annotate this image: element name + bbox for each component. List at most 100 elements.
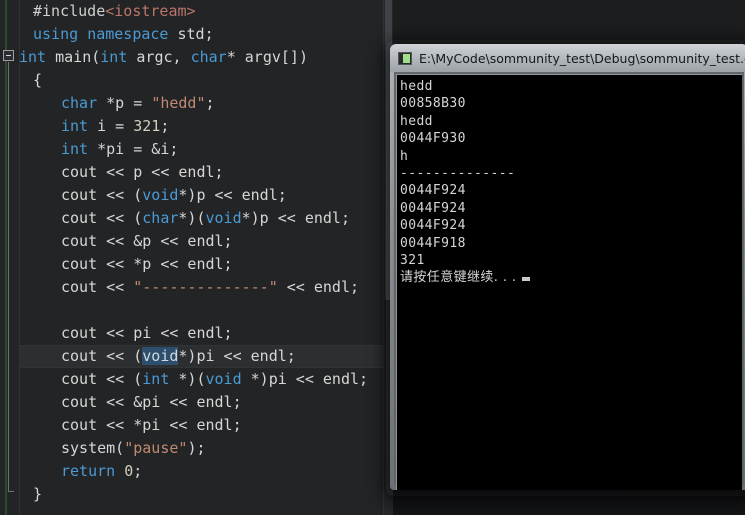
code-token: "--------------" xyxy=(133,278,278,296)
code-token: * argv[]) xyxy=(226,48,308,66)
gutter-change-marker xyxy=(5,0,7,515)
code-token: char xyxy=(61,94,98,112)
code-line[interactable]: int i = 321; xyxy=(19,115,392,138)
console-output-line: 0044F924 xyxy=(400,218,466,234)
code-line[interactable]: int main(int argc, char* argv[]) xyxy=(19,46,392,69)
code-line[interactable]: char *p = "hedd"; xyxy=(19,92,392,115)
code-token: cout << ( xyxy=(61,186,143,204)
code-token: int xyxy=(100,48,128,66)
code-token: *p = xyxy=(97,94,152,112)
console-prompt-text: 请按任意键继续. . . xyxy=(400,270,517,286)
code-line[interactable]: int *pi = &i; xyxy=(19,138,392,161)
code-line[interactable]: cout << p << endl; xyxy=(19,161,392,184)
console-prompt-line: 请按任意键继续. . . xyxy=(400,269,742,286)
code-token: ; xyxy=(133,462,143,480)
code-token: "hedd" xyxy=(151,94,206,112)
code-token: 0 xyxy=(124,462,134,480)
code-token: namespace xyxy=(87,25,169,43)
console-block-cursor xyxy=(522,277,531,282)
code-token: void xyxy=(205,370,242,388)
code-token: int xyxy=(19,48,47,66)
console-output-line: 0044F918 xyxy=(400,235,466,251)
code-line[interactable]: cout << *pi << endl; xyxy=(19,414,392,437)
code-token: int xyxy=(61,117,89,135)
code-token: using xyxy=(33,25,79,43)
code-token: cout << *p << endl; xyxy=(61,255,233,273)
code-line[interactable]: cout << (char*)(void*)p << endl; xyxy=(19,207,392,230)
code-token: std; xyxy=(168,25,214,43)
code-token: return xyxy=(61,462,116,480)
code-token: int xyxy=(142,370,170,388)
code-token: main( xyxy=(46,48,101,66)
console-output-line: -------------- xyxy=(400,166,516,182)
code-token: ; xyxy=(205,94,215,112)
screen-root: #include<iostream> using namespace std; in… xyxy=(0,0,745,515)
code-token: cout << p << endl; xyxy=(61,163,224,181)
code-token: cout << &pi << endl; xyxy=(61,393,242,411)
code-token: argc, xyxy=(127,48,191,66)
console-window-icon xyxy=(398,51,412,65)
code-token: *)( xyxy=(178,209,206,227)
code-line[interactable]: cout << "--------------" << endl; xyxy=(19,276,392,299)
code-token: 321 xyxy=(133,117,161,135)
code-token: cout << &p << endl; xyxy=(61,232,233,250)
code-token: *)pi << endl; xyxy=(241,370,369,388)
code-line[interactable]: using namespace std; xyxy=(19,23,392,46)
code-line[interactable]: cout << *p << endl; xyxy=(19,253,392,276)
code-line[interactable]: cout << (void*)pi << endl; xyxy=(19,345,392,368)
code-token: cout << ( xyxy=(61,209,143,227)
code-token: *)pi << endl; xyxy=(178,347,296,365)
code-line[interactable]: system("pause"); xyxy=(19,437,392,460)
code-lines-container[interactable]: #include<iostream> using namespace std; in… xyxy=(19,0,392,515)
console-window[interactable]: E:\MyCode\sommunity_test\Debug\sommunity… xyxy=(390,44,745,490)
code-token: ); xyxy=(187,439,206,457)
code-token: void xyxy=(205,209,242,227)
code-token: } xyxy=(33,485,43,503)
console-output-line: h xyxy=(400,148,409,164)
code-line[interactable]: cout << &p << endl; xyxy=(19,230,392,253)
code-token: int xyxy=(61,140,89,158)
console-output-line: 0044F930 xyxy=(400,131,466,147)
console-output-line: hedd xyxy=(400,79,433,94)
code-token: cout << *pi << endl; xyxy=(61,416,242,434)
editor-gutter[interactable] xyxy=(0,0,20,515)
code-line[interactable]: } xyxy=(19,483,392,506)
code-line[interactable] xyxy=(19,299,392,322)
code-token: *)p << endl; xyxy=(241,209,350,227)
code-line[interactable]: cout << &pi << endl; xyxy=(19,391,392,414)
console-output-area[interactable]: hedd 00858B30 hedd 0044F930 h -------------- 0… xyxy=(396,74,742,490)
code-token: ; xyxy=(160,117,170,135)
fold-region-line-end xyxy=(8,491,14,492)
code-token: i = xyxy=(88,117,134,135)
code-line[interactable]: { xyxy=(19,69,392,92)
console-output-line: 0044F924 xyxy=(400,200,466,216)
console-output-line: 0044F924 xyxy=(400,183,466,199)
code-line[interactable]: cout << (int *)(void *)pi << endl; xyxy=(19,368,392,391)
code-line[interactable]: #include<iostream> xyxy=(19,0,392,23)
fold-region-line xyxy=(8,62,9,492)
code-line[interactable]: return 0; xyxy=(19,460,392,483)
code-token: cout << xyxy=(61,278,134,296)
console-output-line: 00858B30 xyxy=(400,96,466,112)
code-token: *)p << endl; xyxy=(178,186,287,204)
code-token: cout << ( xyxy=(61,347,143,365)
console-titlebar[interactable]: E:\MyCode\sommunity_test\Debug\sommunity… xyxy=(390,44,745,72)
code-token: { xyxy=(33,71,43,89)
code-line[interactable]: cout << pi << endl; xyxy=(19,322,392,345)
code-token: char xyxy=(190,48,227,66)
console-output-line: 321 xyxy=(400,253,425,269)
code-token: void xyxy=(142,186,179,204)
code-token: cout << ( xyxy=(61,370,143,388)
console-output-line: hedd xyxy=(400,113,433,129)
code-token: #include xyxy=(33,2,106,20)
code-token: *)( xyxy=(169,370,206,388)
code-line[interactable]: cout << (void*)p << endl; xyxy=(19,184,392,207)
code-token: char xyxy=(142,209,179,227)
code-token: *pi = &i; xyxy=(88,140,179,158)
code-token: <iostream> xyxy=(105,2,196,20)
code-token: system( xyxy=(61,439,125,457)
code-token: "pause" xyxy=(124,439,188,457)
fold-collapse-icon[interactable] xyxy=(3,50,14,61)
